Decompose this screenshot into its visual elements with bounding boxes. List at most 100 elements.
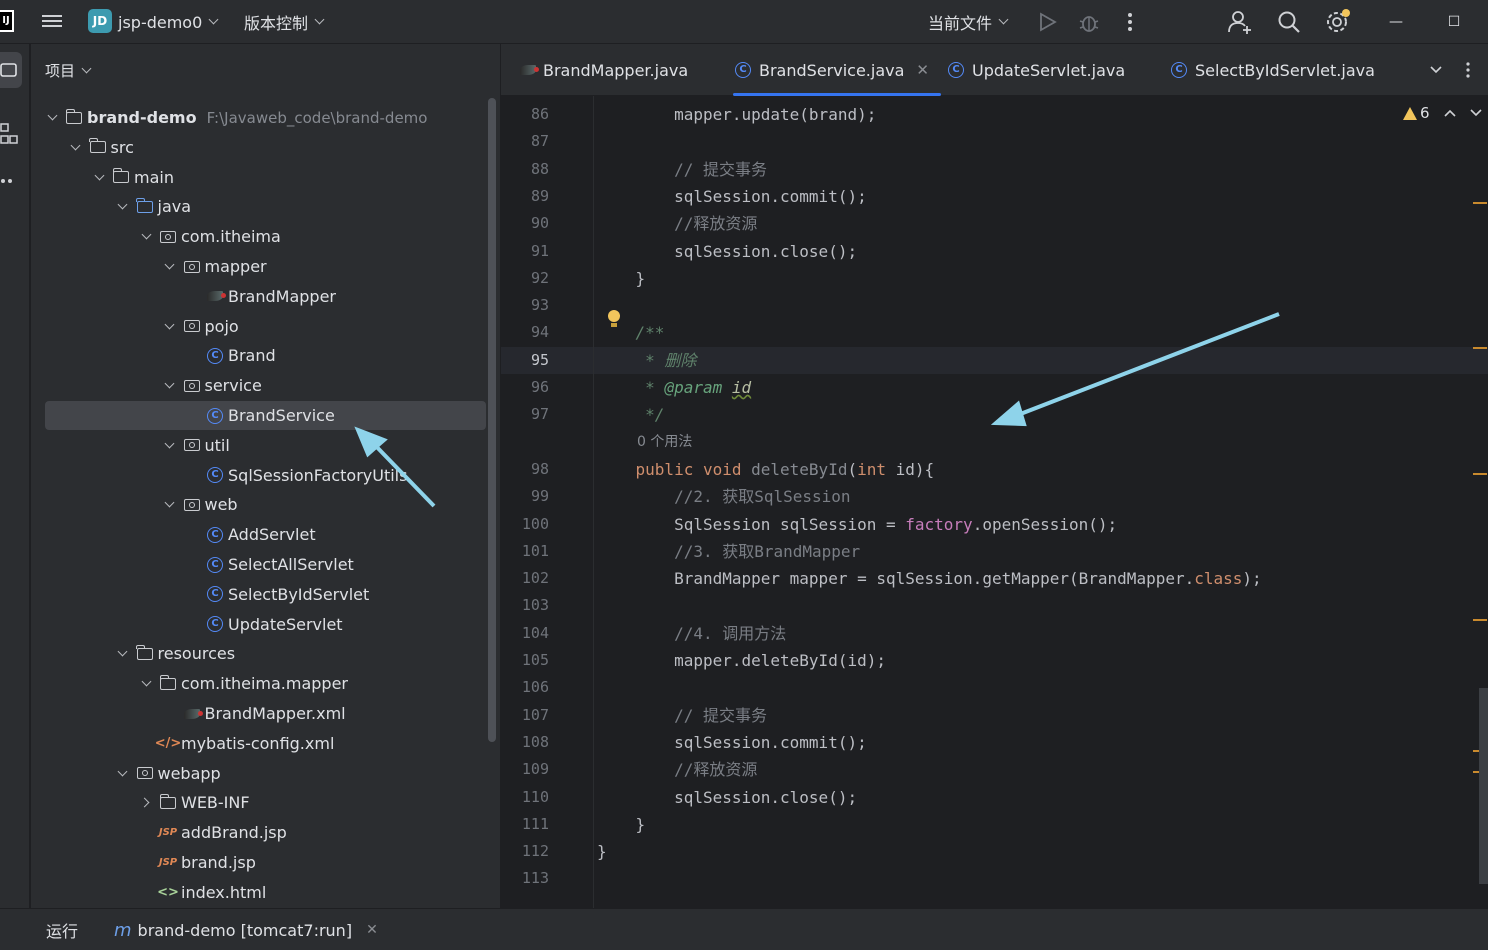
tree-item[interactable]: web	[45, 490, 486, 519]
tree-item[interactable]: C SelectAllServlet	[45, 550, 486, 579]
more-tools-icon[interactable]	[0, 176, 18, 186]
code-token: // 提交事务	[597, 159, 767, 179]
tab-selectbyidservlet-java[interactable]: C SelectByIdServlet.java	[1171, 44, 1375, 96]
tab-updateservlet-java[interactable]: C UpdateServlet.java	[948, 44, 1125, 96]
tree-item[interactable]: brand-demo F:\Javaweb_code\brand-demo	[45, 103, 486, 132]
html-icon: <>	[157, 884, 179, 900]
error-stripe-mark[interactable]	[1473, 347, 1487, 349]
chevron-down-icon[interactable]	[45, 110, 59, 121]
tabs-dropdown-icon[interactable]	[1429, 64, 1443, 76]
run-icon[interactable]	[1037, 12, 1057, 32]
usages-inlay-hint[interactable]: 0 个用法	[637, 429, 692, 456]
line-number: 97	[530, 405, 549, 424]
error-stripe-mark[interactable]	[1473, 202, 1487, 204]
tree-item[interactable]: C AddServlet	[45, 520, 486, 549]
tree-item[interactable]: java	[45, 192, 486, 221]
chevron-down-icon[interactable]	[69, 140, 83, 151]
chevron-down-icon[interactable]	[139, 676, 153, 687]
jsp-icon: JSP	[158, 857, 178, 868]
code-line: sqlSession.close();	[597, 784, 857, 811]
project-tool-button[interactable]	[0, 52, 22, 88]
chevron-down-icon[interactable]	[163, 497, 177, 508]
tree-item[interactable]: src	[45, 133, 486, 162]
code-line: public void deleteById(int id){	[597, 456, 935, 483]
project-panel-header[interactable]: 项目	[45, 60, 92, 81]
chevron-down-icon[interactable]	[163, 319, 177, 330]
tree-item[interactable]: JSP addBrand.jsp	[45, 818, 486, 847]
search-icon[interactable]	[1277, 10, 1301, 34]
code-line: SqlSession sqlSession = factory.openSess…	[597, 511, 1117, 538]
chevron-down-icon[interactable]	[92, 170, 106, 181]
tab-brandservice-java[interactable]: C BrandService.java ✕	[733, 44, 941, 96]
chevron-down-icon[interactable]	[116, 199, 130, 210]
main-menu-icon[interactable]	[42, 12, 62, 30]
line-number: 113	[521, 869, 549, 888]
tree-item[interactable]: JSP brand.jsp	[45, 848, 486, 877]
tree-item[interactable]: C UpdateServlet	[45, 610, 486, 639]
tree-item[interactable]: C SqlSessionFactoryUtils	[45, 461, 486, 490]
mybatis-bird-icon	[183, 706, 203, 722]
error-stripe-mark[interactable]	[1473, 619, 1487, 621]
error-stripe-mark[interactable]	[1473, 473, 1487, 475]
tree-item[interactable]: com.itheima	[45, 222, 486, 251]
chevron-right-icon[interactable]	[139, 797, 153, 808]
run-config-tab[interactable]: m brand-demo [tomcat7:run] ✕	[114, 909, 378, 950]
close-tab-icon[interactable]: ✕	[366, 922, 378, 938]
add-user-icon[interactable]	[1227, 9, 1253, 35]
minimize-button[interactable]: —	[1376, 0, 1416, 44]
tab-brandmapper-java[interactable]: BrandMapper.java	[519, 44, 688, 96]
tree-item[interactable]: C Brand	[45, 341, 486, 370]
inspection-widget[interactable]: 6	[1403, 104, 1482, 122]
chevron-down-icon[interactable]	[139, 229, 153, 240]
chevron-down-icon[interactable]	[116, 766, 130, 777]
xml-icon: </>	[154, 735, 182, 751]
run-config-selector[interactable]: 当前文件	[928, 0, 1009, 44]
mybatis-bird-icon	[520, 65, 539, 75]
code-token: //4. 调用方法	[597, 623, 787, 643]
line-number: 107	[521, 705, 549, 724]
more-actions-icon[interactable]	[1124, 11, 1136, 33]
chevron-down-icon[interactable]	[163, 378, 177, 389]
tree-item-label: brand-demo	[87, 108, 197, 127]
chevron-down-icon[interactable]	[163, 259, 177, 270]
project-badge[interactable]: JD	[88, 9, 112, 33]
tree-item[interactable]: BrandMapper	[45, 282, 486, 311]
tree-item[interactable]: service	[45, 371, 486, 400]
chevron-up-icon[interactable]	[1443, 108, 1456, 118]
chevron-down-icon[interactable]	[1469, 108, 1482, 118]
editor-scrollbar[interactable]	[1479, 688, 1488, 884]
tree-item[interactable]: </> mybatis-config.xml	[45, 729, 486, 758]
maximize-button[interactable]: ☐	[1434, 0, 1474, 44]
tree-item[interactable]: <> index.html	[45, 878, 486, 907]
gutter-divider	[593, 96, 594, 908]
tree-item[interactable]: resources	[45, 639, 486, 668]
tree-item[interactable]: pojo	[45, 312, 486, 341]
debug-icon[interactable]	[1078, 11, 1100, 33]
project-switcher[interactable]: jsp-demo0	[118, 0, 219, 44]
close-tab-icon[interactable]: ✕	[916, 61, 929, 79]
chevron-down-icon[interactable]	[163, 438, 177, 449]
code-token: *	[597, 378, 665, 397]
code-token: mapper.deleteById(id);	[597, 651, 886, 670]
run-tool-label[interactable]: 运行	[46, 909, 78, 950]
structure-icon[interactable]	[0, 122, 18, 146]
tabs-more-icon[interactable]	[1465, 61, 1471, 79]
settings-gear-icon[interactable]	[1325, 8, 1353, 36]
tree-item-label: resources	[157, 644, 236, 664]
tree-item[interactable]: BrandMapper.xml	[45, 699, 486, 728]
vcs-menu[interactable]: 版本控制	[244, 0, 325, 44]
tree-item[interactable]: com.itheima.mapper	[45, 669, 486, 698]
tree-item[interactable]: WEB-INF	[45, 788, 486, 817]
lightbulb-icon[interactable]	[607, 310, 621, 328]
tree-item[interactable]: mapper	[45, 252, 486, 281]
tree-item-label: AddServlet	[228, 525, 316, 545]
chevron-down-icon[interactable]	[116, 646, 130, 657]
tree-item[interactable]: C BrandService	[45, 401, 486, 430]
project-scrollbar[interactable]	[488, 98, 496, 742]
tree-item[interactable]: C SelectByIdServlet	[45, 580, 486, 609]
class-icon: C	[948, 62, 964, 78]
tree-item[interactable]: main	[45, 163, 486, 192]
tree-item[interactable]: webapp	[45, 759, 486, 788]
tree-item[interactable]: util	[45, 431, 486, 460]
